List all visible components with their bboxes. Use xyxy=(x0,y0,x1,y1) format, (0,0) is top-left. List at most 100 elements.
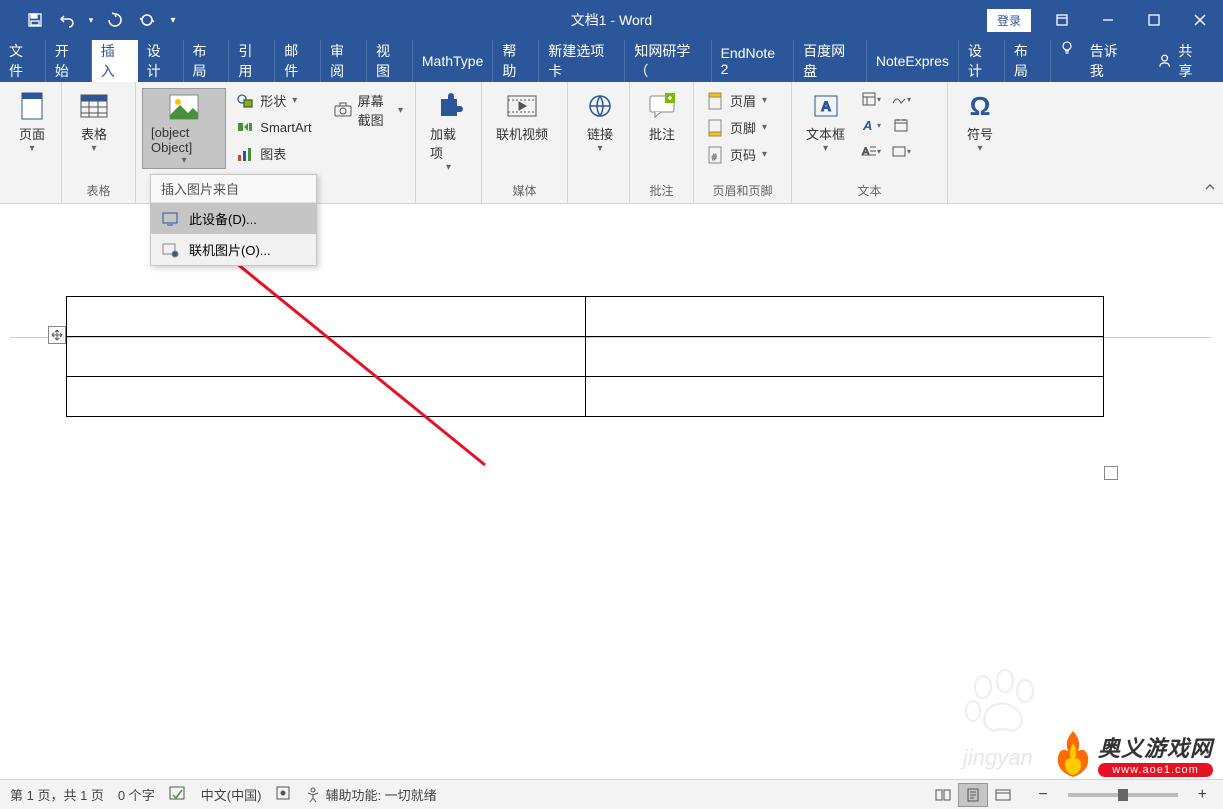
collapse-ribbon-button[interactable] xyxy=(1203,180,1217,199)
chart-button[interactable]: 图表 xyxy=(230,141,317,166)
symbol-button[interactable]: Ω 符号▾ xyxy=(954,88,1006,156)
zoom-thumb[interactable] xyxy=(1118,789,1128,801)
wordart-button[interactable]: A▾ xyxy=(857,114,885,136)
maximize-button[interactable] xyxy=(1131,0,1177,40)
dropdown-online-picture[interactable]: 联机图片(O)... xyxy=(151,234,316,265)
tab-help[interactable]: 帮助 xyxy=(493,40,539,82)
statusbar: 第 1 页，共 1 页 0 个字 中文(中国) 辅助功能: 一切就绪 − + xyxy=(0,779,1223,809)
header-icon xyxy=(706,92,724,110)
quickparts-button[interactable]: ▾ xyxy=(857,88,885,110)
symbol-icon: Ω xyxy=(964,90,996,122)
tab-zhiwang[interactable]: 知网研学（ xyxy=(625,40,711,82)
page-button[interactable]: 页面▾ xyxy=(6,88,58,156)
table-button[interactable]: 表格▾ xyxy=(68,88,120,156)
smartart-button[interactable]: SmartArt xyxy=(230,115,317,139)
share-button[interactable]: 共享 xyxy=(1139,40,1223,82)
tab-review[interactable]: 审阅 xyxy=(321,40,367,82)
tab-endnote[interactable]: EndNote 2 xyxy=(712,40,795,82)
watermark-baidu: jingyan xyxy=(963,669,1043,771)
group-media: 联机视频 媒体 xyxy=(482,82,568,203)
minimize-button[interactable] xyxy=(1085,0,1131,40)
device-icon xyxy=(161,210,179,228)
tab-design[interactable]: 设计 xyxy=(138,40,184,82)
ribbon-display-options[interactable] xyxy=(1039,0,1085,40)
zoom-slider[interactable] xyxy=(1068,793,1178,797)
textbox-icon: A xyxy=(810,90,842,122)
zoom-out-button[interactable]: − xyxy=(1032,786,1053,804)
tab-view[interactable]: 视图 xyxy=(367,40,413,82)
tab-layout[interactable]: 布局 xyxy=(184,40,230,82)
tab-baidu[interactable]: 百度网盘 xyxy=(794,40,867,82)
link-icon xyxy=(584,90,616,122)
tab-layout2[interactable]: 布局 xyxy=(1005,40,1051,82)
dropcap-button[interactable]: A▾ xyxy=(857,140,885,162)
view-print-button[interactable] xyxy=(958,783,988,807)
table-row[interactable] xyxy=(67,337,1104,377)
header-button[interactable]: 页眉 ▾ xyxy=(700,88,773,113)
footer-icon xyxy=(706,119,724,137)
quick-access-toolbar: ▾ ▾ xyxy=(0,5,182,35)
login-button[interactable]: 登录 xyxy=(987,9,1031,32)
ribbon-tabs: 文件 开始 插入 设计 布局 引用 邮件 审阅 视图 MathType 帮助 新… xyxy=(0,40,1223,82)
table-move-handle[interactable] xyxy=(48,326,66,344)
addins-button[interactable]: 加载项▾ xyxy=(422,88,475,175)
undo-dropdown[interactable]: ▾ xyxy=(84,5,98,35)
tab-mathtype[interactable]: MathType xyxy=(413,40,493,82)
sync-button[interactable] xyxy=(132,5,162,35)
chart-icon xyxy=(236,145,254,163)
comment-button[interactable]: 批注 xyxy=(636,88,688,145)
tab-references[interactable]: 引用 xyxy=(229,40,275,82)
titlebar: ▾ ▾ 文档1 - Word 登录 xyxy=(0,0,1223,40)
tab-newtab[interactable]: 新建选项卡 xyxy=(539,40,625,82)
qat-customize[interactable]: ▾ xyxy=(164,5,182,35)
footer-button[interactable]: 页脚 ▾ xyxy=(700,115,773,140)
view-web-button[interactable] xyxy=(988,783,1018,807)
flame-icon xyxy=(1052,729,1094,779)
table-row[interactable] xyxy=(67,377,1104,417)
accessibility-status[interactable]: 辅助功能: 一切就绪 xyxy=(305,785,436,804)
svg-text:#: # xyxy=(712,153,717,162)
screenshot-button[interactable]: 屏幕截图 ▾ xyxy=(328,88,409,132)
group-headerfooter: 页眉 ▾ 页脚 ▾ #页码 ▾ 页眉和页脚 xyxy=(694,82,792,203)
group-text: A 文本框▾ ▾ ▾ A▾ A▾ ▾ 文本 xyxy=(792,82,948,203)
status-page[interactable]: 第 1 页，共 1 页 xyxy=(10,785,104,804)
pagenum-button[interactable]: #页码 ▾ xyxy=(700,142,773,167)
signature-button[interactable]: ▾ xyxy=(887,88,915,110)
online-pic-icon xyxy=(161,241,179,259)
link-button[interactable]: 链接▾ xyxy=(574,88,626,156)
close-button[interactable] xyxy=(1177,0,1223,40)
online-video-button[interactable]: 联机视频 xyxy=(488,88,556,145)
table-resize-handle[interactable] xyxy=(1104,466,1118,480)
tab-design2[interactable]: 设计 xyxy=(959,40,1005,82)
save-button[interactable] xyxy=(20,5,50,35)
status-words[interactable]: 0 个字 xyxy=(118,785,155,804)
object-button[interactable]: ▾ xyxy=(887,140,915,162)
undo-button[interactable] xyxy=(52,5,82,35)
view-read-button[interactable] xyxy=(928,783,958,807)
table-row[interactable] xyxy=(67,297,1104,337)
dropdown-this-device[interactable]: 此设备(D)... xyxy=(151,203,316,234)
tab-insert[interactable]: 插入 xyxy=(92,40,138,82)
datetime-button[interactable] xyxy=(887,114,915,136)
macro-icon[interactable] xyxy=(275,785,291,804)
tab-home[interactable]: 开始 xyxy=(46,40,92,82)
zoom-in-button[interactable]: + xyxy=(1192,786,1213,804)
watermark-site-logo: 奥义游戏网 www.aoe1.com xyxy=(1052,729,1213,779)
textbox-button[interactable]: A 文本框▾ xyxy=(798,88,853,156)
word-table[interactable] xyxy=(66,296,1104,417)
accessibility-icon xyxy=(305,787,321,803)
tab-tellme[interactable]: 告诉我 xyxy=(1081,40,1139,82)
comment-icon xyxy=(646,90,678,122)
status-lang[interactable]: 中文(中国) xyxy=(201,785,262,804)
tab-mailings[interactable]: 邮件 xyxy=(275,40,321,82)
video-icon xyxy=(506,90,538,122)
paw-icon xyxy=(963,669,1043,739)
smartart-icon xyxy=(236,118,254,136)
tab-file[interactable]: 文件 xyxy=(0,40,46,82)
shapes-button[interactable]: 形状 ▾ xyxy=(230,88,317,113)
tab-noteexpress[interactable]: NoteExpres xyxy=(867,40,959,82)
person-icon xyxy=(1157,53,1172,69)
redo-button[interactable] xyxy=(100,5,130,35)
picture-button[interactable]: [object Object]▾ xyxy=(142,88,226,169)
spellcheck-icon[interactable] xyxy=(169,785,187,804)
